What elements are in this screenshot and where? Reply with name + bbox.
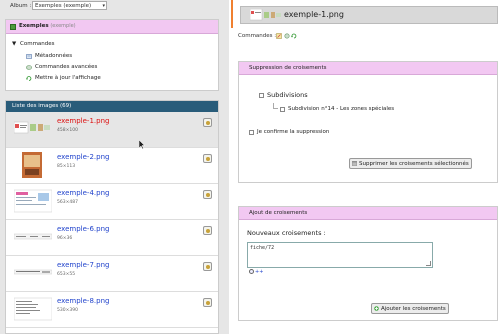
image-action-button[interactable] — [203, 118, 212, 127]
add-icon — [374, 306, 379, 311]
metadata-icon — [26, 54, 32, 59]
album-select[interactable]: Exemples (exemple) ▾ — [32, 1, 107, 10]
delete-crossings-label: Supprimer les croisements sélectionnés — [359, 161, 469, 167]
album-label: Album : — [10, 3, 32, 9]
new-crossings-label: Nouveaux croisements : — [247, 229, 326, 237]
tree-item-commandes-avancees[interactable]: Commandes avancées — [35, 64, 97, 70]
image-thumbnail — [14, 121, 50, 134]
detail-thumbnail — [250, 9, 281, 21]
image-row-6[interactable]: exemple-8.png 530×390 — [6, 292, 218, 328]
tree-root-suffix: (exemple) — [50, 23, 76, 29]
image-action-button[interactable] — [203, 190, 212, 199]
column-divider[interactable] — [229, 0, 234, 334]
add-more-link[interactable]: ++ — [255, 269, 263, 275]
image-row-4[interactable]: exemple-6.png 96×36 — [6, 220, 218, 256]
image-size: 85×113 — [57, 164, 76, 169]
commands-icon — [26, 65, 32, 70]
image-name[interactable]: exemple-4.png — [57, 189, 109, 197]
tree-root-row[interactable]: Exemples (exemple) — [6, 20, 218, 34]
images-header: Liste des images (69) — [6, 101, 218, 112]
image-size: 96×36 — [57, 236, 73, 241]
gear-icon[interactable] — [284, 33, 290, 39]
image-size: 653×55 — [57, 272, 76, 277]
accent-bar — [231, 0, 233, 28]
subdivision-14-checkbox[interactable] — [280, 107, 285, 112]
image-size: 563×487 — [57, 200, 78, 205]
resize-grip-icon[interactable] — [426, 261, 431, 266]
confirm-label: Je confirme la suppression — [257, 129, 330, 135]
chevron-down-icon: ▾ — [102, 3, 105, 9]
edit-icon — [206, 157, 210, 161]
image-row-2[interactable]: exemple-2.png 85×113 — [6, 148, 218, 184]
subdivisions-label: Subdivisions — [267, 91, 308, 99]
edit-icon — [206, 301, 210, 305]
ajout-panel: Ajout de croisements Nouveaux croisement… — [238, 206, 498, 321]
suppression-header: Suppression de croisements — [239, 62, 497, 75]
refresh-icon[interactable] — [291, 33, 297, 39]
add-more-icon[interactable] — [249, 269, 254, 274]
subdivision-14-label: Subdivision n°14 - Les zones spéciales — [288, 106, 395, 112]
image-action-button[interactable] — [203, 154, 212, 163]
tree-root-name: Exemples — [19, 23, 49, 29]
image-name[interactable]: exemple-1.png — [57, 117, 109, 125]
tree-item-metadonnees[interactable]: Métadonnées — [35, 53, 72, 59]
image-action-button[interactable] — [203, 262, 212, 271]
image-action-button[interactable] — [203, 226, 212, 235]
edit-icon — [206, 265, 210, 269]
triangle-down-icon[interactable]: ▼ — [12, 41, 16, 47]
images-panel: Liste des images (69) exemple-1.png 458×… — [5, 100, 219, 334]
tree-connector — [273, 103, 278, 109]
tree-section-commandes[interactable]: Commandes — [20, 41, 55, 47]
image-size: 458×100 — [57, 128, 78, 133]
tree-panel: Exemples (exemple) ▼ Commandes Métadonné… — [5, 19, 219, 91]
refresh-icon — [26, 76, 32, 81]
image-name[interactable]: exemple-2.png — [57, 153, 109, 161]
tree-item-mettre-a-jour[interactable]: Mettre à jour l'affichage — [35, 75, 101, 81]
metadata-command-icon[interactable] — [276, 33, 282, 39]
detail-title-bar — [240, 6, 498, 24]
edit-icon — [206, 121, 210, 125]
image-size: 530×390 — [57, 308, 78, 313]
detail-title: exemple-1.png — [284, 10, 344, 19]
image-thumbnail — [14, 269, 52, 275]
subdivisions-checkbox[interactable] — [259, 93, 264, 98]
edit-icon — [206, 193, 210, 197]
new-crossings-textarea[interactable]: fiche/72 — [247, 242, 433, 268]
mouse-cursor-icon — [139, 140, 145, 149]
image-action-button[interactable] — [203, 298, 212, 307]
suppression-panel: Suppression de croisements Subdivisions … — [238, 61, 498, 183]
image-name[interactable]: exemple-8.png — [57, 297, 109, 305]
delete-crossings-button[interactable]: Supprimer les croisements sélectionnés — [349, 158, 472, 169]
trash-icon — [352, 161, 357, 166]
commands-label: Commandes : — [238, 33, 277, 39]
album-icon — [10, 24, 16, 30]
textarea-value: fiche/72 — [250, 245, 275, 251]
image-thumbnail — [22, 152, 42, 178]
image-thumbnail — [14, 233, 52, 240]
image-thumbnail — [14, 297, 52, 321]
image-thumbnail — [14, 189, 52, 213]
confirm-checkbox[interactable] — [249, 130, 254, 135]
ajout-header: Ajout de croisements — [239, 207, 497, 220]
add-crossings-label: Ajouter les croisements — [381, 306, 446, 312]
image-row-3[interactable]: exemple-4.png 563×487 — [6, 184, 218, 220]
edit-icon — [206, 229, 210, 233]
album-select-value: Exemples (exemple) — [35, 3, 92, 9]
image-row-5[interactable]: exemple-7.png 653×55 — [6, 256, 218, 292]
image-name[interactable]: exemple-6.png — [57, 225, 109, 233]
add-crossings-button[interactable]: Ajouter les croisements — [371, 303, 449, 314]
image-row-1[interactable]: exemple-1.png 458×100 — [6, 112, 218, 148]
image-name[interactable]: exemple-7.png — [57, 261, 109, 269]
